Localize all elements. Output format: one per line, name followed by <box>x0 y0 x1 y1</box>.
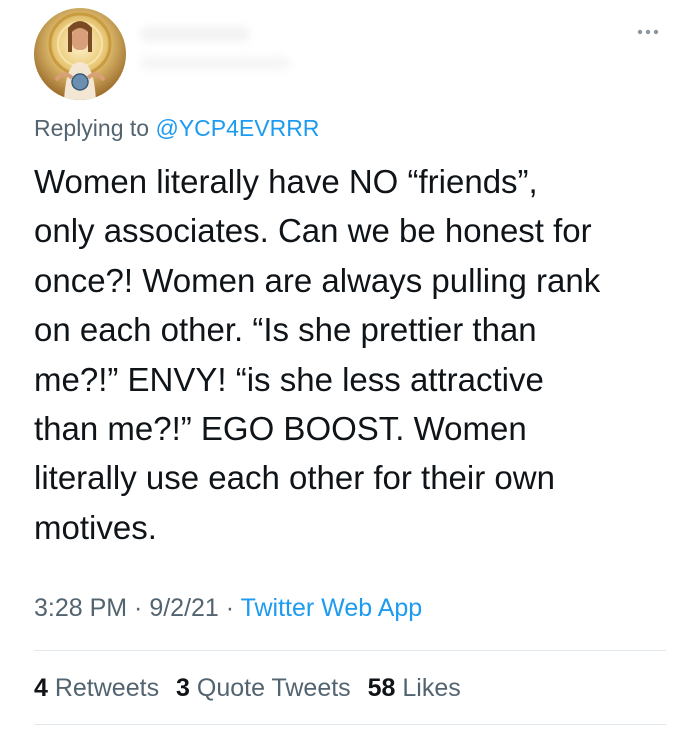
retweets-count: 4 <box>34 674 48 702</box>
tweet-text: Women literally have NO “friends”, only … <box>34 157 674 552</box>
likes-count: 58 <box>367 674 396 702</box>
tweet-text-line: me?!” ENVY! “is she less attractive <box>34 360 544 398</box>
quote-tweets-stat-link[interactable]: 3 Quote Tweets <box>176 674 351 702</box>
replying-to-label: Replying to <box>34 115 156 141</box>
tweet-text-line: motives. <box>34 508 157 546</box>
quote-tweets-count: 3 <box>176 674 190 702</box>
replying-to-mention-link[interactable]: @YCP4EVRRR <box>155 115 319 141</box>
tweet-date-link[interactable]: 9/2/21 <box>149 594 219 622</box>
likes-label: Likes <box>395 674 461 702</box>
meta-separator: · <box>127 594 150 622</box>
tweet-time-link[interactable]: 3:28 PM <box>34 594 127 622</box>
avatar-image <box>34 8 126 100</box>
more-horizontal-icon <box>637 29 659 35</box>
tweet-source-link[interactable]: Twitter Web App <box>241 594 423 622</box>
username-redacted <box>140 56 290 70</box>
display-name-redacted <box>140 26 250 42</box>
meta-separator: · <box>218 594 241 622</box>
retweets-stat-link[interactable]: 4 Retweets <box>34 674 159 702</box>
divider <box>34 724 666 725</box>
tweet-text-line: than me?!” EGO BOOST. Women <box>34 410 527 448</box>
tweet-text-line: only associates. Can we be honest for <box>34 212 592 250</box>
retweets-label: Retweets <box>47 674 160 702</box>
tweet-text-line: Women literally have NO “friends”, <box>34 163 538 200</box>
replying-to-line: Replying to @YCP4EVRRR <box>34 115 319 142</box>
tweet-text-line: on each other. “Is she prettier than <box>34 311 537 349</box>
engagement-stats: 4 Retweets 3 Quote Tweets 58 Likes <box>34 674 471 703</box>
tweet-metadata: 3:28 PM · 9/2/21 · Twitter Web App <box>34 594 422 623</box>
more-options-button[interactable] <box>632 22 664 42</box>
tweet-text-line: once?! Women are always pulling rank <box>34 261 601 299</box>
avatar[interactable] <box>34 8 126 100</box>
tweet-text-line: literally use each other for their own <box>34 459 555 497</box>
likes-stat-link[interactable]: 58 Likes <box>368 674 461 702</box>
quote-tweets-label: Quote Tweets <box>189 674 351 702</box>
divider <box>34 650 666 651</box>
